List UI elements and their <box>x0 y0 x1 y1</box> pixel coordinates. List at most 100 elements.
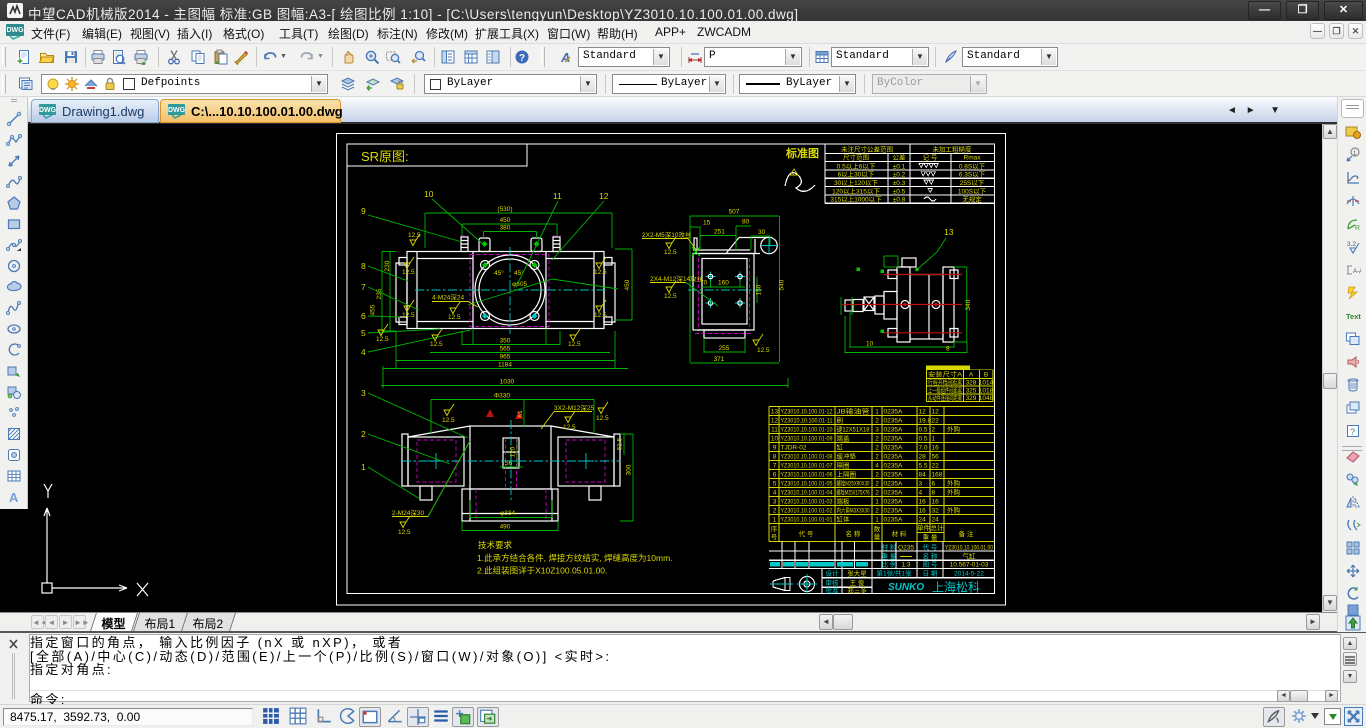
svg-text:0.8S以下: 0.8S以下 <box>959 162 986 170</box>
svg-text:3: 3 <box>361 388 366 398</box>
svg-text:340: 340 <box>965 299 972 310</box>
svg-text:上海松科: 上海松科 <box>932 580 980 595</box>
svg-text:YZ3010.10.100.01-06: YZ3010.10.100.01-06 <box>781 472 833 479</box>
svg-text:2: 2 <box>875 508 879 515</box>
svg-text:隔圈: 隔圈 <box>837 461 850 470</box>
svg-text:名 称: 名 称 <box>923 552 938 561</box>
svg-text:12.5: 12.5 <box>442 417 455 424</box>
svg-text:4: 4 <box>919 490 923 497</box>
svg-text:1184: 1184 <box>498 362 512 369</box>
svg-text:12: 12 <box>919 409 927 416</box>
svg-text:?: ? <box>1350 427 1355 437</box>
svg-text:19.8: 19.8 <box>919 418 932 425</box>
svg-text:审核: 审核 <box>826 578 840 587</box>
svg-text:3: 3 <box>875 427 879 434</box>
svg-text:Text: Text <box>1346 312 1361 321</box>
svg-text:批准: 批准 <box>826 586 840 595</box>
svg-text:名 称: 名 称 <box>846 529 861 538</box>
svg-text:尺寸范围: 尺寸范围 <box>843 153 869 162</box>
svg-text:总计: 总计 <box>931 523 945 532</box>
svg-text:150: 150 <box>756 284 763 295</box>
svg-text:350: 350 <box>500 338 511 345</box>
svg-text:标准图: 标准图 <box>785 146 819 160</box>
svg-text:8: 8 <box>361 261 366 271</box>
svg-text:端板: 端板 <box>837 497 851 506</box>
svg-text:重 量: 重 量 <box>923 534 938 542</box>
svg-text:材 料: 材 料 <box>892 529 907 538</box>
svg-text:0235A: 0235A <box>884 499 903 506</box>
svg-text:内六角M3X3X30: 内六角M3X3X30 <box>837 506 870 515</box>
svg-text:12.5: 12.5 <box>408 232 421 239</box>
svg-text:12: 12 <box>771 418 779 425</box>
svg-text:序: 序 <box>771 524 778 533</box>
svg-text:965: 965 <box>500 354 511 361</box>
svg-text:4: 4 <box>361 347 366 357</box>
svg-text:12.5: 12.5 <box>398 529 411 536</box>
svg-text:2: 2 <box>875 472 879 479</box>
svg-text:61.5: 61.5 <box>617 437 624 450</box>
svg-text:2: 2 <box>875 445 879 452</box>
svg-text:2014-5-22: 2014-5-22 <box>954 571 984 578</box>
svg-text:24: 24 <box>919 517 927 524</box>
svg-text:45°: 45° <box>494 269 504 277</box>
svg-text:12.5: 12.5 <box>402 269 415 276</box>
svg-text:56: 56 <box>932 454 940 461</box>
svg-text:A-A: A-A <box>1353 269 1361 275</box>
svg-text:DWG: DWG <box>39 107 56 114</box>
svg-text:重 量: 重 量 <box>882 553 897 561</box>
svg-text:技术要求: 技术要求 <box>478 540 513 550</box>
svg-text:11: 11 <box>771 427 778 434</box>
svg-text:0235A: 0235A <box>884 427 903 434</box>
svg-text:2X2-M5深10攻丝: 2X2-M5深10攻丝 <box>642 230 692 239</box>
svg-text:10: 10 <box>424 189 434 199</box>
svg-text:气缸: 气缸 <box>963 552 977 561</box>
svg-text:12.5: 12.5 <box>568 341 581 348</box>
svg-text:507: 507 <box>729 209 740 216</box>
svg-text:6: 6 <box>361 311 366 321</box>
svg-text:±0.2: ±0.2 <box>893 172 906 179</box>
svg-text:外购: 外购 <box>947 488 961 497</box>
svg-text:6以上30以下: 6以上30以下 <box>838 170 875 179</box>
svg-text:Rmax: Rmax <box>964 155 982 162</box>
svg-text:缸体: 缸体 <box>837 515 851 524</box>
svg-text:Φ330: Φ330 <box>494 393 510 400</box>
svg-text:缓冲垫: 缓冲垫 <box>837 452 857 461</box>
svg-text:329: 329 <box>966 395 977 402</box>
svg-text:DWG: DWG <box>168 107 185 114</box>
svg-text:Q235: Q235 <box>898 545 914 552</box>
svg-text:22: 22 <box>932 418 940 425</box>
svg-text:13: 13 <box>944 227 954 237</box>
svg-text:251: 251 <box>714 229 725 236</box>
svg-text:10: 10 <box>771 436 779 443</box>
svg-text:±0.5: ±0.5 <box>893 188 906 195</box>
svg-text:61: 61 <box>517 410 524 418</box>
svg-text:16: 16 <box>932 499 940 506</box>
svg-text:12.5: 12.5 <box>563 424 576 431</box>
svg-text:记 号: 记 号 <box>923 154 938 162</box>
svg-text:1: 1 <box>875 499 879 506</box>
svg-text:DWG: DWG <box>6 27 24 34</box>
svg-text:168: 168 <box>932 472 943 479</box>
svg-text:2: 2 <box>932 427 936 434</box>
svg-text:450: 450 <box>624 279 631 290</box>
svg-text:设计: 设计 <box>826 569 840 578</box>
svg-text:230: 230 <box>384 260 391 271</box>
svg-text:B: B <box>984 372 988 379</box>
svg-text:1018: 1018 <box>979 387 994 394</box>
svg-text:安装尺寸A: 安装尺寸A <box>928 370 963 379</box>
svg-text:0235A: 0235A <box>884 409 903 416</box>
svg-text:12.5: 12.5 <box>402 312 415 319</box>
svg-text:公差: 公差 <box>893 153 907 162</box>
svg-text:8: 8 <box>932 490 936 497</box>
svg-text:王 俊: 王 俊 <box>850 578 865 587</box>
svg-text:±0.3: ±0.3 <box>893 180 906 187</box>
svg-text:2-M24深30: 2-M24深30 <box>392 508 425 517</box>
svg-text:2.此组装图详于X10Z100.05.01.00.: 2.此组装图详于X10Z100.05.01.00. <box>477 566 607 576</box>
svg-text:SUNKO: SUNKO <box>888 582 924 593</box>
svg-text:φ334: φ334 <box>500 510 515 517</box>
svg-text:255: 255 <box>719 345 730 352</box>
svg-text:1014: 1014 <box>979 380 994 387</box>
svg-text:12.5: 12.5 <box>664 249 677 256</box>
svg-text:160: 160 <box>718 280 729 287</box>
svg-text:2: 2 <box>875 481 879 488</box>
